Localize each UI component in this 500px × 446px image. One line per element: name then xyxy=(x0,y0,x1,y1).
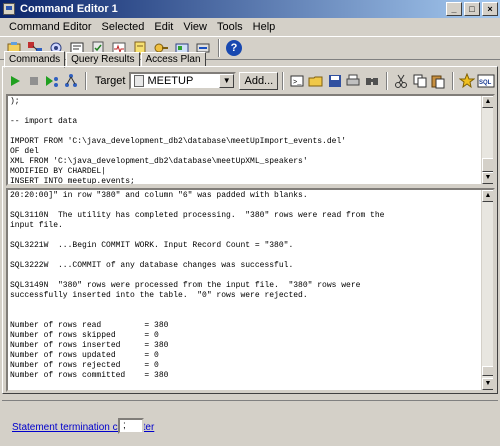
toolbar-separator xyxy=(282,72,285,90)
svg-text:SQL: SQL xyxy=(479,80,492,86)
scroll-up-icon[interactable]: ▲ xyxy=(482,190,493,202)
menu-command-editor[interactable]: Command Editor xyxy=(4,18,97,36)
menu-tools[interactable]: Tools xyxy=(212,18,248,36)
target-label: Target xyxy=(94,75,126,87)
menu-view[interactable]: View xyxy=(178,18,212,36)
scroll-down-icon[interactable]: ▼ xyxy=(482,172,493,184)
toolbar-separator xyxy=(386,72,389,90)
termination-char-input[interactable]: ; xyxy=(118,418,144,434)
tab-access-plan[interactable]: Access Plan xyxy=(140,52,206,67)
scroll-thumb[interactable] xyxy=(482,158,493,172)
tab-bar: Commands Query Results Access Plan xyxy=(4,50,207,68)
menu-selected[interactable]: Selected xyxy=(97,18,150,36)
menu-edit[interactable]: Edit xyxy=(149,18,178,36)
toolbar-separator xyxy=(84,72,87,90)
scroll-down-icon[interactable]: ▼ xyxy=(482,378,493,390)
toolbar-separator xyxy=(452,72,455,90)
sql-icon[interactable]: SQL xyxy=(477,71,495,91)
explain-query-icon[interactable] xyxy=(62,71,80,91)
target-select[interactable]: MEETUP ▼ xyxy=(129,72,237,90)
tab-query-results[interactable]: Query Results xyxy=(66,52,140,67)
output-text: 20:20:00]" in row "380" and column "6" w… xyxy=(10,191,385,380)
chevron-down-icon[interactable]: ▼ xyxy=(219,74,235,88)
menu-help[interactable]: Help xyxy=(248,18,281,36)
sql-assist-icon[interactable] xyxy=(458,71,476,91)
editor-text: ); -- import data IMPORT FROM 'C:\java_d… xyxy=(10,97,347,186)
scroll-thumb[interactable] xyxy=(482,366,493,376)
cut-icon[interactable] xyxy=(392,71,410,91)
output-pane[interactable]: 20:20:00]" in row "380" and column "6" w… xyxy=(6,188,495,392)
open-folder-icon[interactable] xyxy=(307,71,325,91)
database-icon xyxy=(134,75,145,87)
help-icon[interactable]: ? xyxy=(224,38,244,58)
script-icon[interactable]: >_ xyxy=(288,71,306,91)
command-editor-textarea[interactable]: ); -- import data IMPORT FROM 'C:\java_d… xyxy=(6,94,495,186)
maximize-button[interactable]: □ xyxy=(464,2,480,16)
commands-toolbar: Target MEETUP ▼ Add... >_ SQL xyxy=(6,70,496,92)
save-icon[interactable] xyxy=(326,71,344,91)
stop-icon[interactable] xyxy=(25,71,43,91)
app-icon xyxy=(3,3,15,15)
add-button[interactable]: Add... xyxy=(239,72,279,90)
target-value: MEETUP xyxy=(147,75,194,87)
copy-icon[interactable] xyxy=(411,71,429,91)
window-title: Command Editor 1 xyxy=(20,3,118,15)
find-icon[interactable] xyxy=(363,71,381,91)
output-scrollbar[interactable]: ▲ ▼ xyxy=(481,190,493,390)
minimize-button[interactable]: _ xyxy=(446,2,462,16)
paste-icon[interactable] xyxy=(430,71,448,91)
toolbar-separator xyxy=(218,39,220,57)
menu-bar: Command Editor Selected Edit View Tools … xyxy=(0,18,500,36)
editor-scrollbar[interactable]: ▲ ▼ xyxy=(481,96,493,184)
svg-text:>_: >_ xyxy=(293,79,302,87)
execute-icon[interactable] xyxy=(6,71,24,91)
execute-explain-icon[interactable] xyxy=(43,71,61,91)
print-icon[interactable] xyxy=(345,71,363,91)
scroll-up-icon[interactable]: ▲ xyxy=(482,96,493,108)
title-bar: Command Editor 1 _ □ × xyxy=(0,0,500,18)
close-button[interactable]: × xyxy=(482,2,498,16)
